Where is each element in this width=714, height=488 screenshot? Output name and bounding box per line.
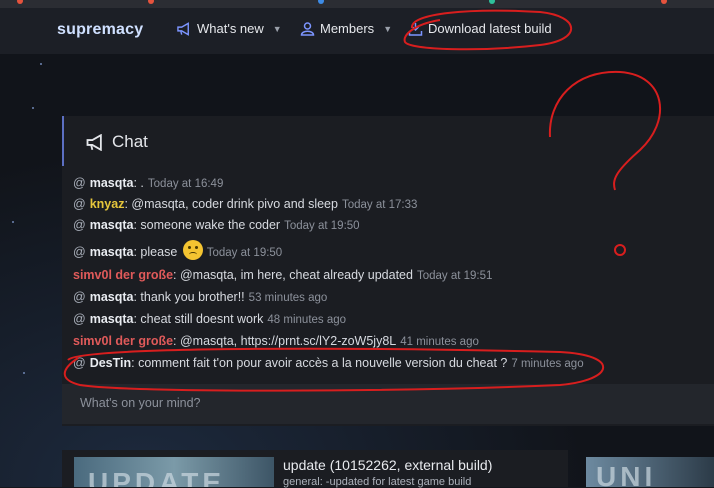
red-annotation-overlay — [63, 9, 662, 392]
